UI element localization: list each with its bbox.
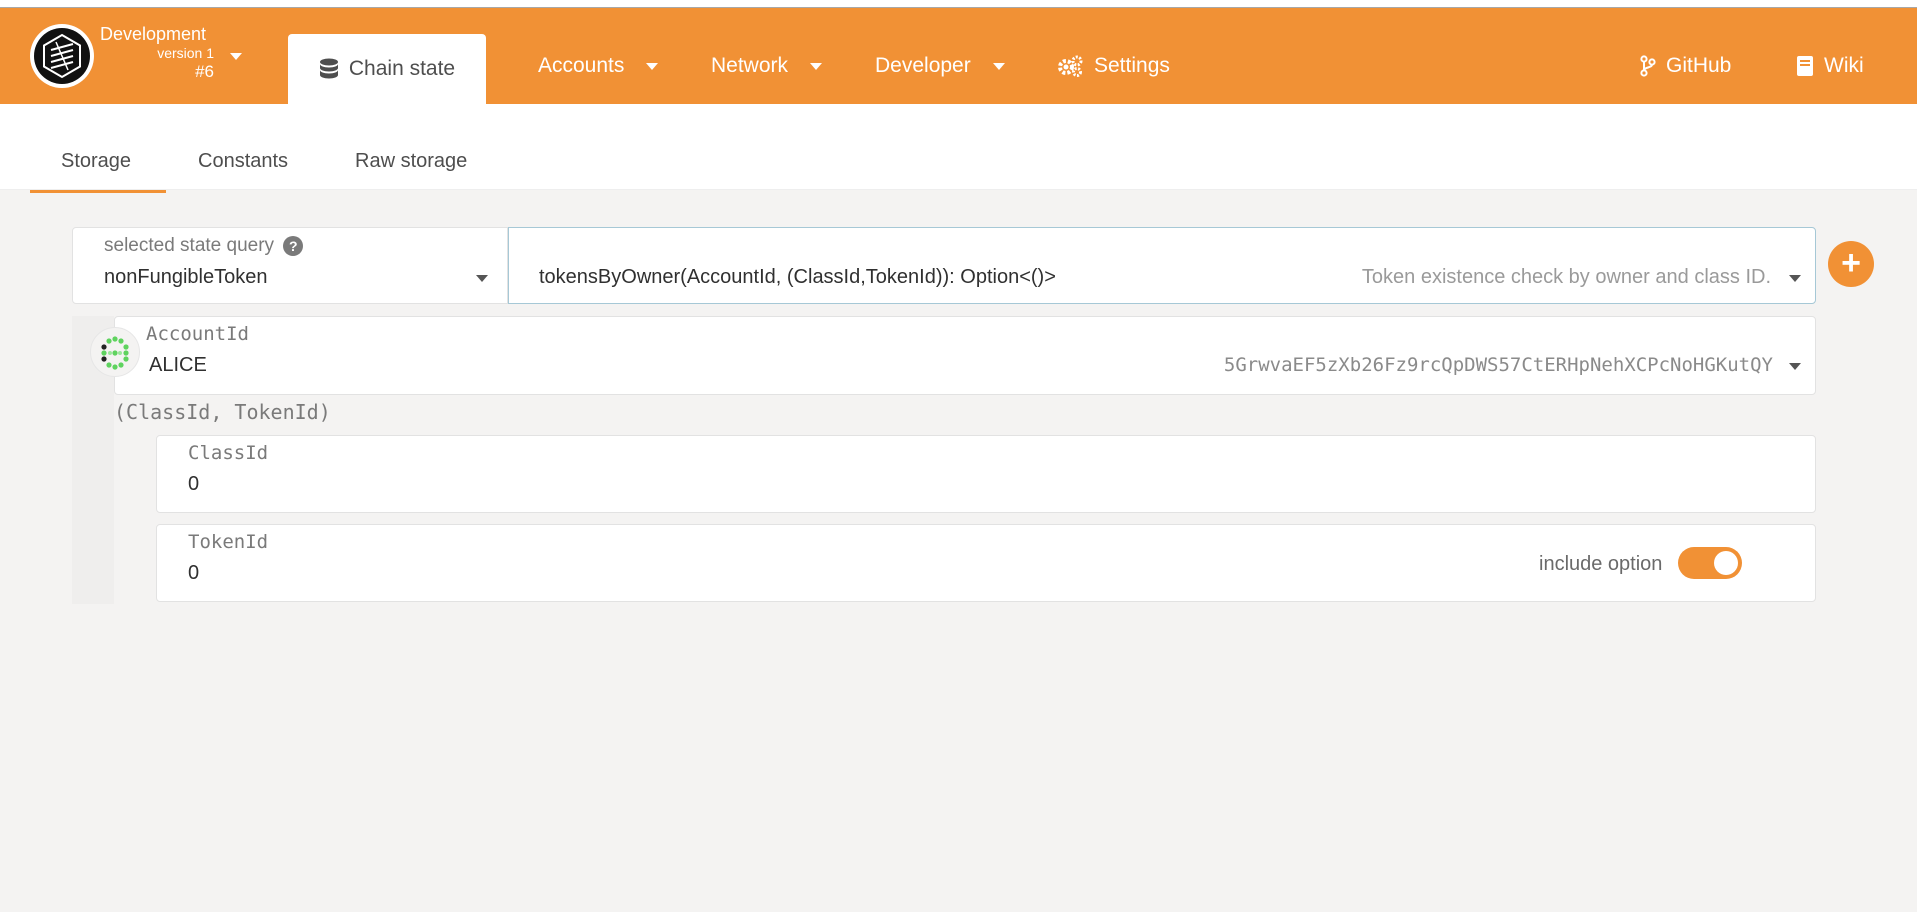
nav-network-label: Network (711, 54, 789, 77)
tab-chain-state[interactable]: Chain state (288, 34, 486, 104)
nav-settings[interactable]: Settings (1056, 54, 1170, 78)
tab-chain-state-label: Chain state (348, 57, 456, 80)
module-value: nonFungibleToken (104, 266, 268, 288)
nav-settings-label: Settings (1094, 54, 1170, 77)
token-id-input[interactable]: TokenId 0 include option (156, 524, 1816, 602)
state-query-label: selected state query ? (104, 235, 304, 257)
tuple-label: (ClassId, TokenId) (114, 400, 331, 424)
token-id-label: TokenId (188, 531, 269, 553)
nav-wiki-label: Wiki (1824, 54, 1864, 77)
nav-developer[interactable]: Developer (875, 54, 1005, 78)
toggle-knob (1714, 551, 1738, 575)
include-option-label: include option (1539, 553, 1663, 575)
chain-block-number: #6 (195, 62, 214, 81)
class-id-label: ClassId (188, 442, 269, 464)
substrate-logo-icon (34, 28, 90, 84)
state-query-label-text: selected state query (104, 235, 275, 256)
nav-accounts[interactable]: Accounts (538, 54, 659, 78)
identicon-icon (101, 336, 129, 370)
state-query-selector: selected state query ? nonFungibleToken … (72, 227, 1816, 304)
chevron-down-icon (1789, 363, 1801, 370)
class-id-value: 0 (188, 473, 200, 495)
chevron-down-icon[interactable] (230, 53, 242, 60)
account-identicon[interactable] (90, 327, 140, 377)
top-navbar: Development version 1 #6 Chain state Acc… (0, 8, 1917, 104)
active-tab-indicator (30, 190, 166, 193)
chain-logo[interactable] (30, 24, 94, 88)
nav-wiki[interactable]: Wiki (1796, 54, 1864, 78)
token-id-value: 0 (188, 562, 200, 584)
method-signature: tokensByOwner(AccountId, (ClassId,TokenI… (539, 266, 1056, 288)
class-id-input[interactable]: ClassId 0 (156, 435, 1816, 513)
chevron-down-icon (1789, 275, 1801, 282)
sub-navigation: Storage Constants Raw storage (0, 104, 1917, 193)
chain-version: version 1 (157, 45, 214, 61)
method-description: Token existence check by owner and class… (1361, 266, 1771, 288)
add-query-button[interactable]: + (1828, 241, 1874, 287)
account-id-label: AccountId (146, 323, 249, 345)
chevron-down-icon (992, 62, 1005, 70)
account-name: ALICE (149, 354, 207, 376)
chevron-down-icon (810, 62, 823, 70)
nav-developer-label: Developer (875, 54, 971, 77)
chevron-down-icon (646, 62, 659, 70)
nav-network[interactable]: Network (711, 54, 823, 78)
module-dropdown[interactable]: selected state query ? nonFungibleToken (72, 227, 508, 304)
code-branch-icon (1640, 55, 1656, 77)
book-icon (1797, 56, 1813, 76)
chain-info[interactable]: Development version 1 #6 (100, 24, 216, 82)
method-dropdown[interactable]: tokensByOwner(AccountId, (ClassId,TokenI… (508, 227, 1816, 304)
account-address: 5GrwvaEF5zXb26Fz9rcQpDWS57CtERHpNehXCPcN… (1223, 354, 1773, 376)
cogs-icon (1058, 55, 1083, 77)
nav-github-label: GitHub (1666, 54, 1732, 77)
tab-raw-storage[interactable]: Raw storage (355, 150, 467, 173)
tab-constants[interactable]: Constants (198, 150, 288, 173)
window-top-edge (0, 0, 1917, 8)
chain-name: Development (100, 24, 207, 44)
tab-storage[interactable]: Storage (61, 150, 131, 173)
account-id-dropdown[interactable]: AccountId ALICE 5GrwvaEF5zXb26Fz9rcQpDWS… (114, 316, 1816, 395)
database-icon (319, 58, 338, 79)
chevron-down-icon (476, 275, 488, 282)
nav-accounts-label: Accounts (538, 54, 625, 77)
question-circle-icon[interactable]: ? (283, 235, 304, 256)
nav-github[interactable]: GitHub (1640, 54, 1731, 78)
include-option-toggle[interactable] (1678, 547, 1742, 579)
